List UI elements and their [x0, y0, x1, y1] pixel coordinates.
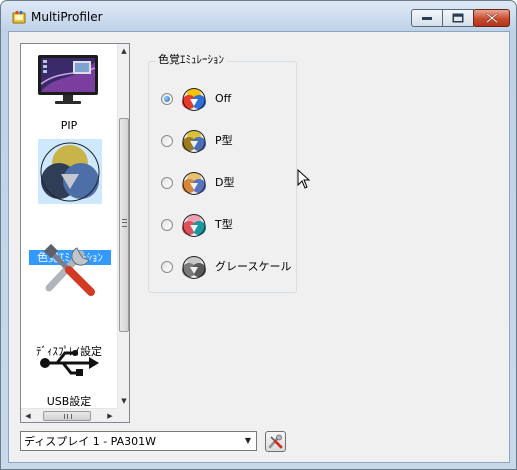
group-title: 色覚ｴﾐｭﾚｰｼｮﾝ: [155, 53, 227, 67]
radio-button[interactable]: [161, 219, 173, 231]
tools-icon: [268, 434, 283, 449]
option-label: グレースケール: [215, 260, 292, 273]
option-label: Off: [215, 92, 232, 105]
close-button[interactable]: [473, 9, 510, 27]
display-settings-button[interactable]: [265, 431, 286, 452]
radio-button[interactable]: [161, 93, 173, 105]
option-d-type[interactable]: D型: [161, 171, 291, 195]
monitor-icon: [38, 55, 98, 104]
maximize-button[interactable]: [442, 9, 474, 27]
sidebar-item-display-settings[interactable]: ﾃﾞｨｽﾌﾟﾚｲ設定: [21, 236, 117, 358]
horizontal-scroll-thumb[interactable]: [43, 411, 91, 421]
scrollbar-corner: [117, 408, 129, 422]
minimize-button[interactable]: [411, 9, 443, 27]
vertical-scroll-thumb[interactable]: [119, 118, 129, 332]
radio-button[interactable]: [161, 135, 173, 147]
maximize-icon: [452, 13, 464, 23]
scroll-left-icon[interactable]: ◀: [21, 409, 35, 422]
radio-button[interactable]: [161, 261, 173, 273]
color-circles-icon: [182, 256, 206, 279]
color-circles-icon: [182, 130, 206, 153]
option-grayscale[interactable]: グレースケール: [161, 255, 295, 279]
client-area: PIP 色覚ｴﾐｭﾚｰｼｮﾝ ﾃﾞｨｽﾌﾟﾚｲ設定 USB設定 ▲ ▼ ◀ ▶ …: [8, 31, 510, 463]
sidebar-list: PIP 色覚ｴﾐｭﾚｰｼｮﾝ ﾃﾞｨｽﾌﾟﾚｲ設定 USB設定 ▲ ▼ ◀ ▶: [20, 43, 130, 423]
scroll-right-icon[interactable]: ▶: [103, 409, 117, 422]
app-icon: [12, 10, 26, 24]
option-off[interactable]: Off: [161, 87, 291, 111]
window-title: MultiProfiler: [31, 10, 103, 24]
chevron-down-icon[interactable]: ▼: [240, 432, 256, 450]
sidebar-item-color-emulation[interactable]: 色覚ｴﾐｭﾚｰｼｮﾝ: [21, 139, 117, 265]
minimize-icon: [422, 17, 432, 20]
option-label: D型: [215, 176, 235, 189]
option-p-type[interactable]: P型: [161, 129, 291, 153]
sidebar-vertical-scrollbar[interactable]: ▲ ▼: [117, 44, 129, 408]
close-icon: [485, 13, 498, 23]
scroll-grip-icon: [64, 414, 72, 419]
scroll-grip-icon: [122, 219, 127, 227]
title-bar[interactable]: MultiProfiler: [1, 1, 516, 31]
color-circles-icon: [40, 142, 100, 202]
option-t-type[interactable]: T型: [161, 213, 291, 237]
tools-icon: [43, 243, 95, 296]
sidebar-item-label: PIP: [60, 119, 78, 132]
sidebar-item-label: USB設定: [46, 395, 92, 408]
sidebar-item-usb-settings[interactable]: USB設定: [21, 328, 117, 408]
display-select-value: ディスプレイ 1 - PA301W: [24, 435, 157, 448]
usb-icon: [40, 350, 99, 376]
sidebar-list-viewport: PIP 色覚ｴﾐｭﾚｰｼｮﾝ ﾃﾞｨｽﾌﾟﾚｲ設定 USB設定: [21, 44, 117, 408]
display-select[interactable]: ディスプレイ 1 - PA301W ▼: [20, 431, 257, 451]
app-window: MultiProfiler PIP 色覚ｴﾐｭﾚｰｼｮﾝ ﾃﾞｨｽﾌﾟﾚｲ設定 …: [0, 0, 517, 470]
scroll-up-icon[interactable]: ▲: [118, 44, 129, 58]
sidebar-item-pip[interactable]: PIP: [21, 44, 117, 136]
scroll-down-icon[interactable]: ▼: [118, 394, 129, 408]
color-circles-icon: [182, 172, 206, 195]
option-label: T型: [215, 218, 233, 231]
mouse-cursor-icon: [297, 169, 311, 189]
option-label: P型: [215, 134, 233, 147]
color-circles-icon: [182, 88, 206, 111]
radio-button[interactable]: [161, 177, 173, 189]
sidebar-horizontal-scrollbar[interactable]: ◀ ▶: [21, 408, 117, 422]
color-circles-icon: [182, 214, 206, 237]
